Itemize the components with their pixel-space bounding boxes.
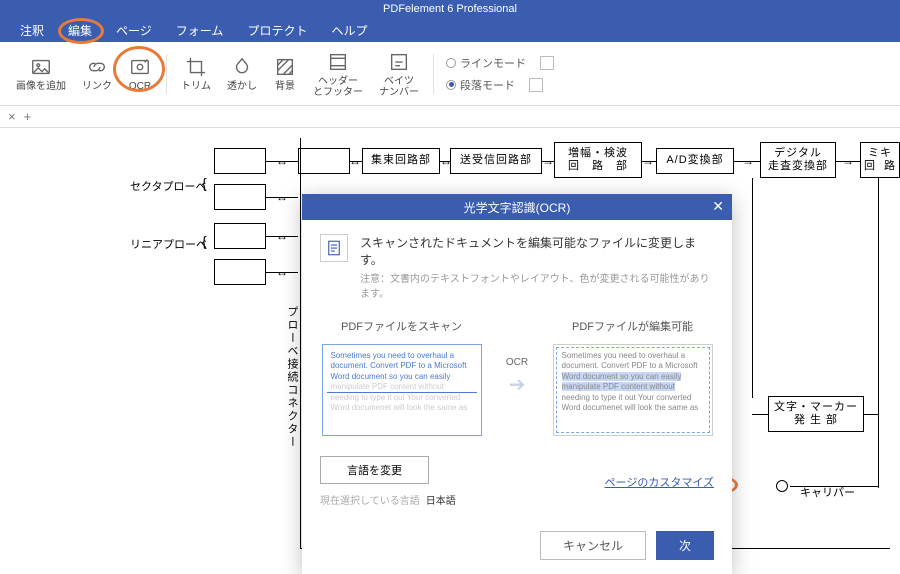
tab-add[interactable]: + (24, 109, 32, 124)
crop-icon (184, 55, 208, 79)
box-focus: 集束回路部 (362, 148, 440, 174)
background-icon (273, 55, 297, 79)
line-mode-radio[interactable]: ラインモード (446, 55, 554, 71)
ribbon: 画像を追加 リンク OCR トリム 透かし 背景 ヘッダー とフッター ベイツ … (0, 42, 900, 106)
ribbon-watermark[interactable]: 透かし (219, 53, 265, 94)
ribbon-add-image[interactable]: 画像を追加 (8, 53, 74, 94)
box-empty-1 (214, 148, 266, 174)
ocr-dialog: 光学文字認識(OCR) ✕ スキャンされたドキュメントを編集可能なファイルに変更… (302, 194, 732, 574)
watermark-icon (230, 55, 254, 79)
menu-help[interactable]: ヘルプ (319, 18, 379, 43)
cancel-button[interactable]: キャンセル (540, 531, 646, 560)
intro-sub: 注意：文書内のテキストフォントやレイアウト、色が変更される可能性があります。 (360, 270, 714, 300)
dialog-title: 光学文字認識(OCR) (464, 199, 571, 216)
box-ad: A/D変換部 (656, 148, 734, 174)
tab-close[interactable]: × (8, 109, 16, 124)
menu-edit[interactable]: 編集 (56, 18, 104, 43)
left-head: PDFファイルをスキャン (320, 318, 483, 334)
ribbon-trim[interactable]: トリム (173, 53, 219, 94)
ribbon-header-footer[interactable]: ヘッダー とフッター (305, 48, 371, 100)
document-icon (320, 234, 348, 262)
arrow-right-icon: ➔ (509, 372, 526, 397)
right-head: PDFファイルが編集可能 (551, 318, 714, 334)
app-title: PDFelement 6 Professional (383, 3, 517, 15)
box-amp: 増幅・検波 回 路 部 (554, 142, 642, 178)
menu-protect[interactable]: プロテクト (235, 18, 319, 43)
title-bar: PDFelement 6 Professional (0, 0, 900, 18)
current-language: 現在選択している言語日本語 (320, 492, 456, 507)
ocr-icon (128, 55, 152, 79)
change-language-button[interactable]: 言語を変更 (320, 456, 429, 484)
dialog-title-bar: 光学文字認識(OCR) ✕ (302, 194, 732, 220)
box-mixer: ミキ 回 路 (860, 142, 900, 178)
menu-page[interactable]: ページ (104, 18, 164, 43)
ribbon-ocr[interactable]: OCR (120, 53, 160, 94)
menu-bar: 注釈 編集 ページ フォーム プロテクト ヘルプ (0, 18, 900, 42)
sample-scanned: Sometimes you need to overhaul a documen… (322, 344, 482, 436)
next-button[interactable]: 次 (656, 531, 714, 560)
box-empty-3 (214, 184, 266, 210)
tab-strip: × + (0, 106, 900, 128)
close-icon[interactable]: ✕ (712, 198, 724, 215)
ribbon-link[interactable]: リンク (74, 53, 120, 94)
ribbon-separator (166, 54, 167, 94)
dropdown-icon[interactable] (540, 56, 554, 70)
sector-probe-label: セクタプローベ (130, 178, 207, 194)
sample-editable: Sometimes you need to overhaul a documen… (553, 344, 713, 436)
image-icon (29, 55, 53, 79)
box-char-marker: 文字・マーカー 発 生 部 (768, 396, 864, 432)
menu-annotate[interactable]: 注釈 (8, 18, 56, 43)
edit-mode-group: ラインモード 段落モード (440, 55, 554, 93)
dropdown-icon[interactable] (529, 78, 543, 92)
caliper-node (776, 480, 788, 492)
menu-form[interactable]: フォーム (164, 18, 236, 43)
radio-off-icon (446, 58, 456, 68)
intro-main: スキャンされたドキュメントを編集可能なファイルに変更します。 (360, 234, 714, 268)
link-icon (85, 55, 109, 79)
radio-on-icon (446, 80, 456, 90)
box-txrx: 送受信回路部 (450, 148, 542, 174)
paragraph-mode-radio[interactable]: 段落モード (446, 77, 554, 93)
ribbon-separator (433, 54, 434, 94)
header-footer-icon (326, 50, 350, 74)
ocr-arrow: OCR ➔ (493, 357, 541, 397)
ribbon-bates[interactable]: ベイツ ナンバー (371, 48, 427, 100)
probe-connector-label: プローベ接続コネクター (284, 306, 300, 449)
box-empty-5 (214, 259, 266, 285)
ribbon-background[interactable]: 背景 (265, 53, 305, 94)
linear-probe-label: リニアプローベ (130, 236, 207, 252)
box-empty-4 (214, 223, 266, 249)
bates-icon (387, 50, 411, 74)
customize-pages-link[interactable]: ページのカスタマイズ (605, 474, 714, 490)
box-digital: デジタル 走査変換部 (760, 142, 836, 178)
box-empty-2 (298, 148, 350, 174)
